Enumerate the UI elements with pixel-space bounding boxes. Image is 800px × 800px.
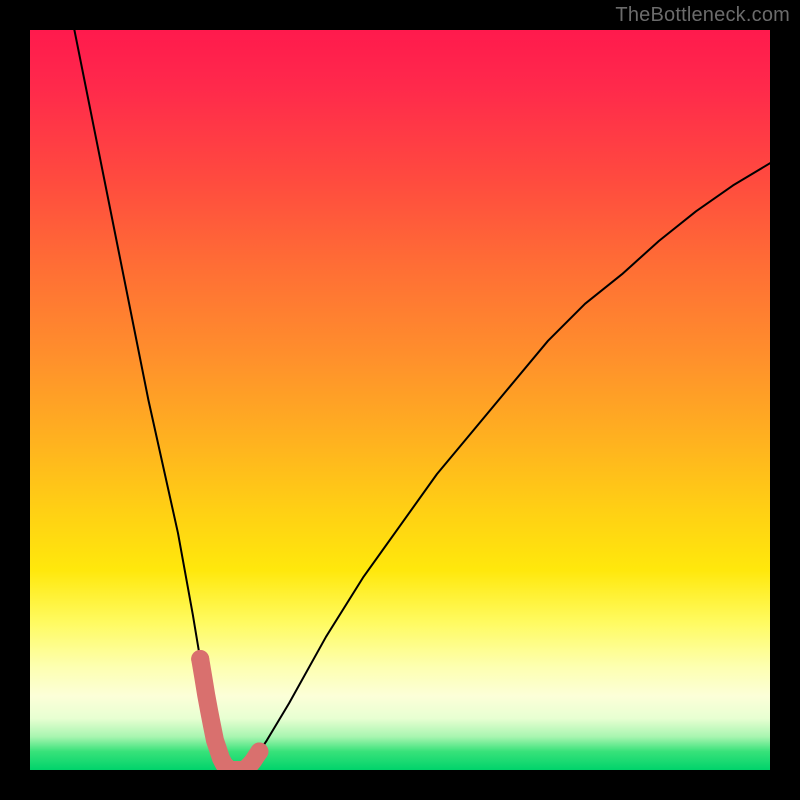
bottleneck-curve <box>30 30 770 770</box>
highlight-end-dot <box>250 743 268 761</box>
plot-area <box>30 30 770 770</box>
curve-path <box>74 30 770 770</box>
highlight-end-dot <box>191 650 209 668</box>
watermark-text: TheBottleneck.com <box>615 4 790 27</box>
optimal-range-highlight <box>200 659 259 770</box>
chart-frame: TheBottleneck.com <box>0 0 800 800</box>
